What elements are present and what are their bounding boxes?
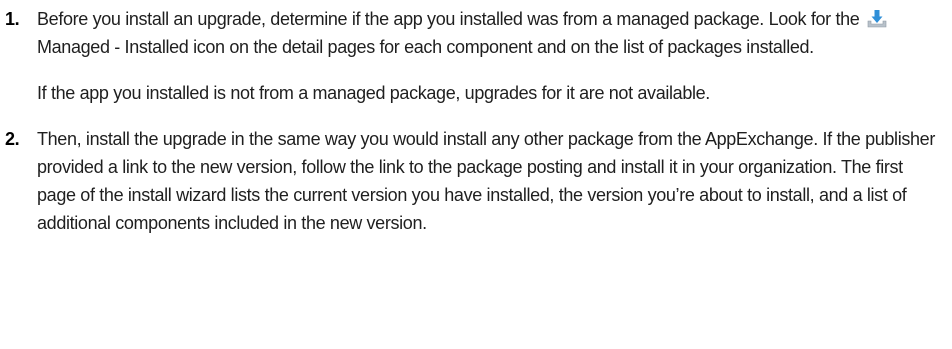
step-2: 2. Then, install the upgrade in the same…	[5, 125, 944, 237]
step-number: 2.	[5, 129, 20, 149]
upgrade-steps-list: 1. Before you install an upgrade, determ…	[0, 0, 952, 237]
step-2-paragraph-1: Then, install the upgrade in the same wa…	[37, 129, 935, 233]
step-1-text-after-icon: Managed - Installed icon on the detail p…	[37, 37, 814, 57]
managed-installed-icon	[866, 9, 888, 29]
step-1-paragraph-1: Before you install an upgrade, determine…	[37, 5, 944, 61]
step-1-text-before-icon: Before you install an upgrade, determine…	[37, 9, 860, 29]
step-1-paragraph-2: If the app you installed is not from a m…	[37, 83, 710, 103]
step-1: 1. Before you install an upgrade, determ…	[5, 5, 944, 107]
step-number: 1.	[5, 9, 20, 29]
